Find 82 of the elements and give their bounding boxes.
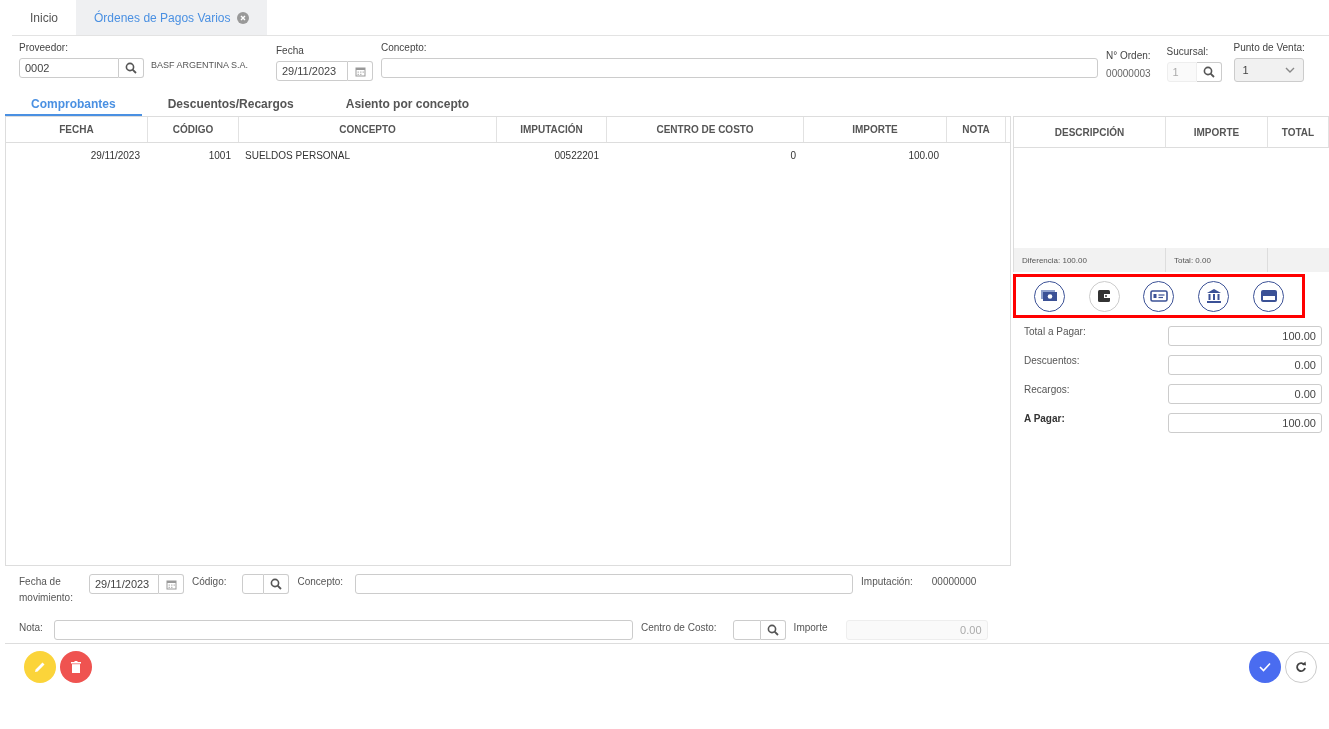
trash-icon <box>71 660 81 673</box>
amount-field[interactable]: 100.00 <box>1168 326 1322 346</box>
column-header: IMPORTE <box>1166 117 1268 148</box>
table-cell-text: 00522201 <box>553 150 600 161</box>
column-header: CÓDIGO <box>148 117 239 142</box>
field-label: Punto de Venta: <box>1233 42 1305 53</box>
dropdown[interactable]: 1 <box>1233 58 1304 82</box>
field-label: Sucursal: <box>1166 46 1210 57</box>
field-label: N° Orden: <box>1106 50 1151 61</box>
table-cell-text: 29/11/2023 <box>89 150 141 161</box>
supplier-name: BASF ARGENTINA S.A. <box>151 60 250 70</box>
input-field[interactable]: 29/11/2023 <box>89 574 159 594</box>
delete-button[interactable] <box>60 650 92 683</box>
field-label: Proveedor: <box>19 42 69 53</box>
field-label: Fecha de movimiento: <box>19 575 74 605</box>
input-field[interactable] <box>381 58 1098 78</box>
field-label: Nota: <box>19 621 44 635</box>
pencil-icon <box>34 660 46 673</box>
column-header: TOTAL <box>1268 117 1329 148</box>
field-label: Importe <box>793 621 828 635</box>
search-icon <box>1202 66 1215 78</box>
order-number: 00000003 <box>1106 68 1151 79</box>
input-field[interactable] <box>242 574 265 594</box>
column-header: NOTA <box>947 117 1006 142</box>
payment-method-button[interactable] <box>1033 280 1065 312</box>
calendar-icon <box>165 578 177 590</box>
check-card-icon <box>1150 290 1168 302</box>
difference-label: Diferencia: 100.00 <box>1014 248 1166 272</box>
payment-method-button[interactable] <box>1143 280 1175 312</box>
total-label: A Pagar: <box>1024 413 1065 424</box>
refresh-button[interactable] <box>1285 650 1317 683</box>
bank-icon <box>1206 289 1221 303</box>
refresh-icon <box>1295 660 1307 673</box>
tab[interactable]: Asiento por concepto <box>319 94 496 116</box>
search-button[interactable] <box>119 58 144 78</box>
column-header: FECHA <box>6 117 148 142</box>
input-field[interactable] <box>355 574 854 594</box>
table-cell-text: 1001 <box>207 150 232 161</box>
column-header: IMPUTACIÓN <box>497 117 607 142</box>
close-icon[interactable] <box>236 11 249 24</box>
total-label: Total a Pagar: <box>1024 326 1086 337</box>
input-field[interactable] <box>54 620 633 640</box>
checkmark-icon <box>1259 661 1271 672</box>
field-label: Fecha <box>276 45 305 56</box>
input-field[interactable] <box>732 620 761 640</box>
banknote-icon <box>1041 290 1058 302</box>
amount-field[interactable]: 0.00 <box>1168 384 1322 404</box>
field-label: Centro de Costo: <box>641 621 717 635</box>
total-label: Total: 0.00 <box>1166 248 1268 272</box>
total-label: Descuentos: <box>1024 355 1080 366</box>
search-icon <box>125 62 137 74</box>
wallet-icon <box>1098 290 1111 302</box>
search-button[interactable] <box>760 620 786 640</box>
calendar-button[interactable] <box>348 61 373 81</box>
table-cell-text: SUELDOS PERSONAL <box>244 150 352 161</box>
search-icon <box>766 624 779 636</box>
field-label: Código: <box>192 575 227 589</box>
payment-method-button[interactable] <box>1253 280 1285 312</box>
total-label: Recargos: <box>1024 384 1070 395</box>
field-label: Imputación: <box>861 575 913 589</box>
amount-field[interactable]: 0.00 <box>1168 355 1322 375</box>
table-cell-text: 0 <box>789 150 797 161</box>
tab[interactable]: Descuentos/Recargos <box>141 94 320 116</box>
field-label: Concepto: <box>381 42 428 53</box>
field-value: 00000000 <box>931 575 977 589</box>
calendar-button[interactable] <box>159 574 184 594</box>
input-field[interactable]: 29/11/2023 <box>276 61 348 81</box>
search-icon <box>270 578 283 590</box>
column-header: CONCEPTO <box>239 117 497 142</box>
payment-method-button[interactable] <box>1198 280 1230 312</box>
search-button[interactable] <box>264 574 290 594</box>
confirm-button[interactable] <box>1249 650 1281 683</box>
column-header: IMPORTE <box>804 117 947 142</box>
column-header: CENTRO DE COSTO <box>607 117 804 142</box>
credit-card-icon <box>1260 290 1277 302</box>
field-label: Concepto: <box>297 575 344 589</box>
table-cell-text: 100.00 <box>907 150 940 161</box>
input-field[interactable]: 0002 <box>19 58 119 78</box>
chevron-down-icon <box>1284 67 1295 73</box>
amount-field[interactable]: 100.00 <box>1168 413 1322 433</box>
column-header: DESCRIPCIÓN <box>1014 117 1166 148</box>
calendar-icon <box>354 65 366 77</box>
